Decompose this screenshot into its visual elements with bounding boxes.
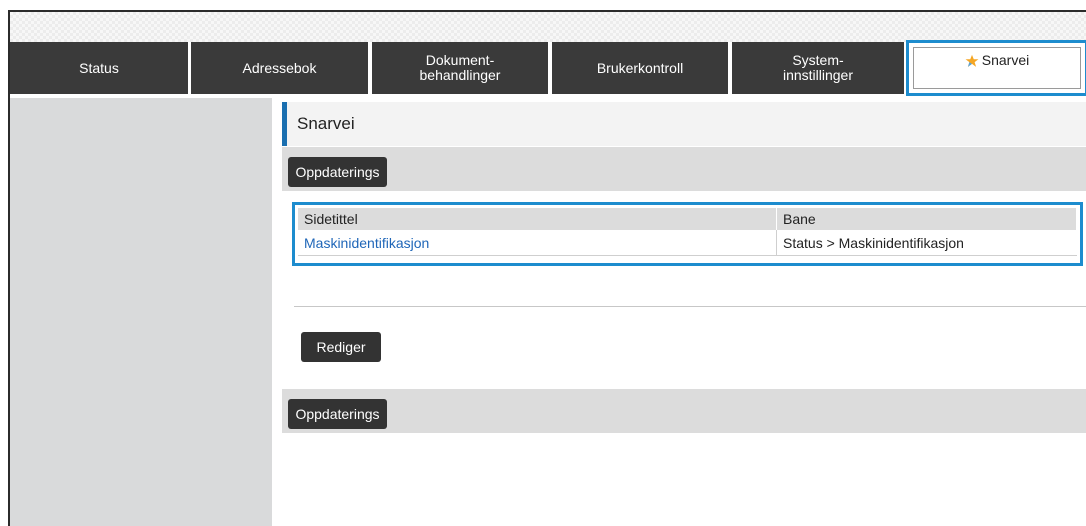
page-title: Snarvei (297, 114, 355, 133)
browser-frame: Status Adressebok Dokument- behandlinger… (8, 10, 1086, 526)
top-strip (10, 12, 1086, 42)
tab-adressebok[interactable]: Adressebok (191, 42, 368, 94)
bottom-action-bar: Oppdaterings (282, 389, 1086, 433)
page-title-bar: Snarvei (282, 102, 1086, 146)
divider (294, 306, 1086, 307)
tab-status[interactable]: Status (10, 42, 188, 94)
tab-label: Status (79, 59, 119, 76)
update-button-top[interactable]: Oppdaterings (288, 157, 387, 187)
tab-label: Brukerkontroll (596, 59, 684, 76)
left-navigation-panel (10, 98, 272, 526)
star-icon (965, 54, 979, 68)
tab-label: Adressebok (242, 59, 317, 76)
column-header-page-title: Sidetittel (298, 208, 777, 230)
tab-content: Snarvei (965, 53, 1029, 68)
tab-label: Dokument- behandlinger (419, 52, 501, 83)
table-row: Maskinidentifikasjon Status > Maskiniden… (298, 230, 1077, 256)
tab-label: System- innstillinger (782, 52, 854, 83)
page-title-link[interactable]: Maskinidentifikasjon (304, 235, 429, 251)
tab-dokumentbehandlinger[interactable]: Dokument- behandlinger (372, 42, 548, 94)
tab-systeminnstillinger[interactable]: System- innstillinger (732, 42, 904, 94)
main-content: Snarvei Oppdaterings Sidetittel Bane Mas… (272, 98, 1086, 526)
tab-bar: Status Adressebok Dokument- behandlinger… (10, 40, 1086, 97)
column-header-path: Bane (776, 208, 1077, 230)
shortcut-table: Sidetittel Bane Maskinidentifikasjon Sta… (298, 208, 1077, 256)
cell-page-title: Maskinidentifikasjon (298, 230, 777, 256)
update-button-bottom[interactable]: Oppdaterings (288, 399, 387, 429)
tab-brukerkontroll[interactable]: Brukerkontroll (552, 42, 728, 94)
shortcut-table-box: Sidetittel Bane Maskinidentifikasjon Sta… (292, 202, 1083, 266)
tab-snarvei[interactable]: Snarvei (906, 40, 1086, 96)
cell-path: Status > Maskinidentifikasjon (776, 230, 1077, 256)
table-header-row: Sidetittel Bane (298, 208, 1077, 230)
top-action-bar: Oppdaterings (282, 147, 1086, 191)
tab-label: Snarvei (981, 52, 1030, 68)
edit-button[interactable]: Rediger (301, 332, 381, 362)
